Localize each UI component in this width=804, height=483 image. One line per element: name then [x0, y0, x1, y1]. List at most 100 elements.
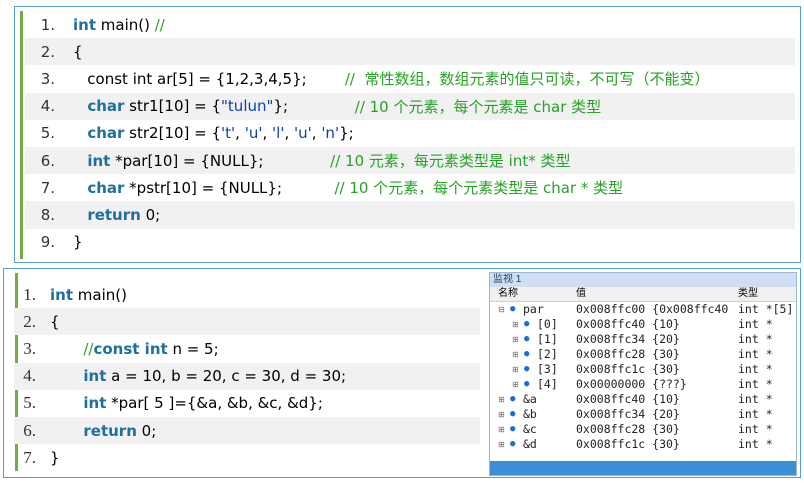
watch-value: 0x008ffc40 {10}	[576, 392, 680, 406]
code-token: n = 5;	[167, 339, 219, 358]
watch-type: int *	[738, 392, 773, 406]
collapse-icon[interactable]: ⊟	[498, 302, 505, 317]
line-number: 2.	[23, 311, 36, 331]
code-line: 6. int *par[10] = {NULL}; // 10 元素，每元素类型…	[25, 146, 795, 175]
watch-name: [3]	[537, 362, 558, 376]
watch-row[interactable]: ⊞ ● [4] 0x00000000 {???} int *	[490, 377, 796, 392]
expand-icon[interactable]: ⊞	[512, 362, 519, 377]
code-token: {	[73, 42, 83, 61]
line-number: 9.	[40, 233, 55, 252]
watch-name: [0]	[537, 317, 558, 331]
line-number: 6.	[23, 420, 36, 440]
variable-icon: ●	[510, 304, 516, 314]
watch-add-row[interactable]	[490, 461, 796, 475]
code-line: 5. char str2[10] = {'t', 'u', 'l', 'u', …	[25, 120, 795, 147]
variable-icon: ●	[524, 319, 530, 329]
line-number: 4.	[40, 97, 55, 116]
code-line: 9.}	[25, 229, 795, 256]
expand-icon[interactable]: ⊞	[512, 317, 519, 332]
variable-icon: ●	[524, 364, 530, 374]
code-token: main()	[96, 15, 155, 34]
code-token: return	[87, 205, 141, 224]
variable-icon: ●	[510, 409, 516, 419]
watch-row[interactable]: ⊞ ● [0] 0x008ffc40 {10} int *	[490, 317, 796, 332]
watch-type: int *	[738, 332, 773, 346]
code-line: 4. int a = 10, b = 20, c = 30, d = 30;	[14, 362, 480, 390]
code-token: 'u'	[294, 124, 312, 143]
watch-row[interactable]: ⊞ ● &b 0x008ffc34 {20} int *	[490, 407, 796, 422]
line-number: 5.	[40, 124, 55, 143]
code-token: char	[87, 124, 125, 143]
variable-icon: ●	[510, 439, 516, 449]
line-number: 7.	[40, 178, 55, 197]
code-line: 7. char *pstr[10] = {NULL}; // 10 个元素，每个…	[25, 174, 795, 201]
code-panel-bottom: 1. int main() 2.{3. //const int n = 5; 4. i…	[3, 268, 801, 478]
code-gutter-bar	[20, 11, 23, 259]
code-line: 1. int main()	[14, 281, 480, 308]
watch-col-value[interactable]: 值	[576, 287, 586, 301]
watch-col-name[interactable]: 名称	[498, 287, 518, 301]
watch-row[interactable]: ⊞ ● [1] 0x008ffc34 {20} int *	[490, 332, 796, 347]
code-token: char	[87, 97, 125, 116]
expand-icon[interactable]: ⊞	[498, 422, 505, 437]
watch-rows: ⊟ ● par 0x008ffc00 {0x008ffc40 int *[5] ⊞ ● [0]…	[490, 302, 796, 452]
watch-value: 0x008ffc1c {30}	[576, 437, 680, 451]
code-token: 'u'	[244, 124, 263, 143]
watch-col-type[interactable]: 类型	[738, 287, 758, 301]
variable-icon: ●	[524, 349, 530, 359]
watch-row[interactable]: ⊞ ● &d 0x008ffc1c {30} int *	[490, 437, 796, 452]
code-token: }	[73, 233, 83, 252]
expand-icon[interactable]: ⊞	[498, 407, 505, 422]
watch-header-row: 名称 值 类型	[490, 287, 796, 302]
watch-name: &b	[523, 407, 537, 421]
watch-name: par	[523, 302, 544, 316]
line-number: 3.	[23, 338, 36, 358]
watch-name: [1]	[537, 332, 558, 346]
watch-type: int *	[738, 317, 773, 331]
watch-row[interactable]: ⊞ ● [2] 0x008ffc28 {30} int *	[490, 347, 796, 362]
variable-icon: ●	[524, 379, 530, 389]
code-token: a = 10, b = 20, c = 30, d = 30;	[106, 367, 347, 386]
watch-value: 0x00000000 {???}	[576, 377, 687, 391]
watch-row[interactable]: ⊞ ● &c 0x008ffc28 {30} int *	[490, 422, 796, 437]
watch-row[interactable]: ⊟ ● par 0x008ffc00 {0x008ffc40 int *[5]	[490, 302, 796, 317]
watch-value: 0x008ffc1c {30}	[576, 362, 680, 376]
code-token: // 10 元素，每元素类型是 int* 类型	[330, 152, 571, 171]
watch-window[interactable]: 监视 1 名称 值 类型 ⊟ ● par 0x008ffc00 {0x008ffc40…	[489, 272, 797, 476]
variable-icon: ●	[524, 334, 530, 344]
code-token: };	[273, 97, 355, 116]
code-line: 5. int *par[ 5 ]={&a, &b, &c, &d};	[14, 390, 480, 417]
code-line: 3. const int ar[5] = {1,2,3,4,5}; // 常性数…	[25, 65, 795, 92]
watch-name: &a	[523, 392, 537, 406]
code-token: str2[10] = {	[124, 124, 222, 143]
code-token: //	[154, 15, 165, 34]
variable-icon: ●	[510, 394, 516, 404]
code-panel-top: 1. int main() // 2. {3. const int ar[5] = {…	[14, 6, 801, 263]
code-token: // 10 个元素，每个元素类型是 char * 类型	[334, 179, 624, 198]
code-line: 2. {	[14, 308, 480, 336]
expand-icon[interactable]: ⊞	[512, 347, 519, 362]
code-token: 'l'	[272, 124, 285, 143]
code-token: *par[10] = {NULL};	[110, 151, 331, 170]
code-token: int	[83, 367, 107, 386]
code-token: main()	[73, 285, 127, 304]
watch-value: 0x008ffc34 {20}	[576, 332, 680, 346]
code-token: ,	[284, 124, 294, 143]
code-token: // 10 个元素，每个元素是 char 类型	[354, 97, 602, 116]
code-line: 6. return 0;	[14, 416, 480, 445]
expand-icon[interactable]: ⊞	[512, 377, 519, 392]
expand-icon[interactable]: ⊞	[498, 437, 505, 452]
code-line: 7.}	[14, 444, 480, 471]
watch-name: [2]	[537, 347, 558, 361]
watch-row[interactable]: ⊞ ● &a 0x008ffc40 {10} int *	[490, 392, 796, 407]
watch-type: int *	[738, 377, 773, 391]
expand-icon[interactable]: ⊞	[512, 332, 519, 347]
watch-row[interactable]: ⊞ ● [3] 0x008ffc1c {30} int *	[490, 362, 796, 377]
expand-icon[interactable]: ⊞	[498, 392, 505, 407]
